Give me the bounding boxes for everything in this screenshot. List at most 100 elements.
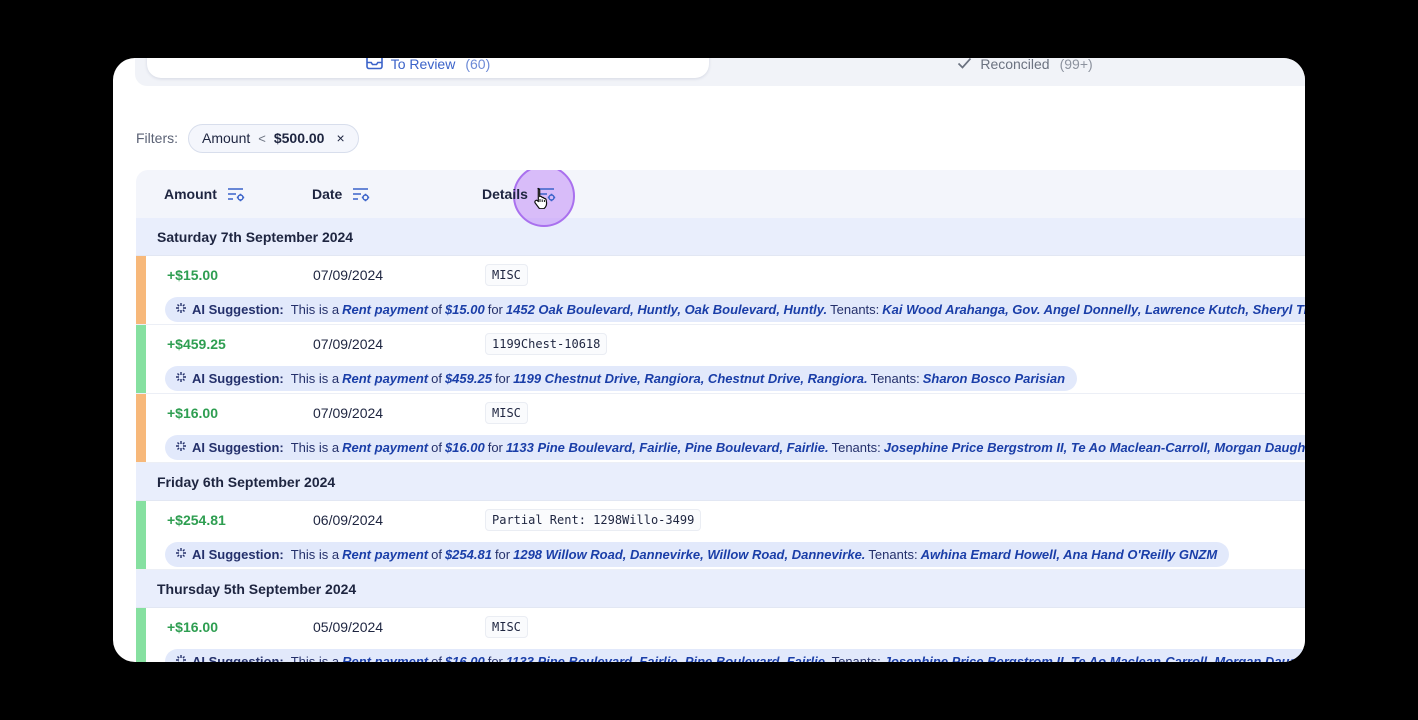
filters-bar: Filters: Amount < $500.00 × bbox=[136, 123, 359, 153]
ai-label: AI Suggestion: bbox=[192, 302, 284, 317]
ai-suggestion[interactable]: AI Suggestion: This is a Rent payment of… bbox=[165, 435, 1305, 460]
ai-property: 1133 Pine Boulevard, Fairlie, Pine Boule… bbox=[505, 440, 829, 455]
date-group: Thursday 5th September 2024 +$16.00 05/0… bbox=[136, 570, 1305, 662]
date-group-header: Thursday 5th September 2024 bbox=[136, 570, 1305, 608]
ai-property: 1133 Pine Boulevard, Fairlie, Pine Boule… bbox=[505, 654, 829, 662]
ai-tenants: Awhina Emard Howell, Ana Hand O'Reilly G… bbox=[920, 547, 1218, 562]
ai-label: AI Suggestion: bbox=[192, 654, 284, 662]
status-bar bbox=[136, 325, 146, 393]
tab-count: (60) bbox=[465, 58, 491, 72]
tab-reconciled[interactable]: Reconciled (99+) bbox=[925, 58, 1125, 78]
transactions-table: Amount Date Details Saturday 7th Septemb… bbox=[136, 170, 1305, 662]
ai-text: This is a bbox=[290, 547, 340, 562]
ai-text: of bbox=[431, 440, 442, 455]
inbox-icon bbox=[365, 58, 383, 73]
date-group-header: Saturday 7th September 2024 bbox=[136, 218, 1305, 256]
pointer-hand-icon bbox=[532, 187, 550, 209]
column-header-label: Date bbox=[312, 186, 343, 202]
transaction-reference: MISC bbox=[485, 616, 528, 638]
transaction-date: 07/09/2024 bbox=[313, 267, 384, 283]
ai-type: Rent payment bbox=[342, 654, 429, 662]
ai-text: for bbox=[487, 654, 503, 662]
tab-count: (99+) bbox=[1059, 58, 1093, 72]
column-header-date[interactable]: Date bbox=[312, 170, 371, 218]
table-row[interactable]: +$459.25 07/09/2024 1199Chest-10618 AI S… bbox=[136, 325, 1305, 394]
ai-amount: $254.81 bbox=[444, 547, 492, 562]
ai-text: Tenants: bbox=[831, 440, 881, 455]
column-header-label: Amount bbox=[164, 186, 217, 202]
ai-amount: $16.00 bbox=[444, 654, 485, 662]
transaction-reference: MISC bbox=[485, 402, 528, 424]
ai-tenants: Josephine Price Bergstrom II, Te Ao Macl… bbox=[883, 654, 1305, 662]
transaction-reference: 1199Chest-10618 bbox=[485, 333, 608, 355]
ai-text: of bbox=[431, 302, 442, 317]
filter-chip-amount[interactable]: Amount < $500.00 × bbox=[188, 123, 359, 153]
ai-text: for bbox=[494, 371, 511, 386]
ai-text: of bbox=[431, 654, 442, 662]
ai-text: Tenants: bbox=[831, 654, 881, 662]
status-bar bbox=[136, 256, 146, 324]
table-row[interactable]: +$16.00 07/09/2024 MISC AI Suggestion: T… bbox=[136, 394, 1305, 463]
ai-text: for bbox=[494, 547, 511, 562]
ai-type: Rent payment bbox=[342, 547, 429, 562]
tab-label: To Review bbox=[390, 58, 456, 72]
ai-amount: $16.00 bbox=[444, 440, 485, 455]
ai-text: for bbox=[487, 440, 503, 455]
column-header-amount[interactable]: Amount bbox=[164, 170, 246, 218]
ai-text: Tenants: bbox=[870, 371, 920, 386]
ai-type: Rent payment bbox=[342, 371, 429, 386]
column-header-label: Details bbox=[482, 186, 528, 202]
filter-field: Amount bbox=[202, 130, 251, 146]
ai-suggestion[interactable]: AI Suggestion: This is a Rent payment of… bbox=[165, 297, 1305, 322]
table-row[interactable]: +$15.00 07/09/2024 MISC AI Suggestion: T… bbox=[136, 256, 1305, 325]
ai-suggestion[interactable]: AI Suggestion: This is a Rent payment of… bbox=[165, 366, 1078, 391]
status-bar bbox=[136, 608, 146, 662]
sparkle-icon bbox=[175, 654, 189, 662]
transactions-panel: To Review (60) Reconciled (99+) Filters:… bbox=[113, 58, 1305, 662]
transaction-amount: +$15.00 bbox=[167, 267, 218, 283]
ai-suggestion[interactable]: AI Suggestion: This is a Rent payment of… bbox=[165, 649, 1305, 662]
date-group-header: Friday 6th September 2024 bbox=[136, 463, 1305, 501]
ai-tenants: Kai Wood Arahanga, Gov. Angel Donnelly, … bbox=[882, 302, 1305, 317]
ai-type: Rent payment bbox=[342, 440, 429, 455]
transaction-amount: +$16.00 bbox=[167, 619, 218, 635]
date-group: Friday 6th September 2024 +$254.81 06/09… bbox=[136, 463, 1305, 570]
ai-property: 1452 Oak Boulevard, Huntly, Oak Boulevar… bbox=[505, 302, 828, 317]
ai-label: AI Suggestion: bbox=[192, 371, 284, 386]
ai-amount: $459.25 bbox=[444, 371, 492, 386]
table-row[interactable]: +$16.00 05/09/2024 MISC AI Suggestion: T… bbox=[136, 608, 1305, 662]
ai-label: AI Suggestion: bbox=[192, 440, 284, 455]
ai-property: 1298 Willow Road, Dannevirke, Willow Roa… bbox=[513, 547, 866, 562]
ai-label: AI Suggestion: bbox=[192, 547, 284, 562]
transaction-amount: +$254.81 bbox=[167, 512, 226, 528]
ai-text: of bbox=[431, 371, 442, 386]
transaction-reference: Partial Rent: 1298Willo-3499 bbox=[485, 509, 702, 531]
filter-settings-icon[interactable] bbox=[534, 187, 557, 209]
filter-settings-icon[interactable] bbox=[227, 187, 246, 202]
ai-type: Rent payment bbox=[342, 302, 429, 317]
column-header-details[interactable]: Details bbox=[482, 170, 557, 218]
tab-label: Reconciled bbox=[980, 58, 1050, 72]
transaction-date: 07/09/2024 bbox=[313, 405, 384, 421]
status-bar bbox=[136, 501, 146, 569]
transaction-amount: +$16.00 bbox=[167, 405, 218, 421]
ai-text: for bbox=[487, 302, 503, 317]
close-icon[interactable]: × bbox=[336, 130, 344, 146]
ai-tenants: Josephine Price Bergstrom II, Te Ao Macl… bbox=[883, 440, 1305, 455]
date-group: Saturday 7th September 2024 +$15.00 07/0… bbox=[136, 218, 1305, 463]
sparkle-icon bbox=[175, 371, 189, 386]
ai-amount: $15.00 bbox=[444, 302, 485, 317]
ai-text: This is a bbox=[290, 302, 340, 317]
status-bar bbox=[136, 394, 146, 462]
filters-label: Filters: bbox=[136, 130, 178, 146]
transaction-date: 07/09/2024 bbox=[313, 336, 384, 352]
ai-property: 1199 Chestnut Drive, Rangiora, Chestnut … bbox=[513, 371, 868, 386]
tab-to-review[interactable]: To Review (60) bbox=[147, 58, 709, 78]
ai-text: This is a bbox=[290, 440, 340, 455]
table-row[interactable]: +$254.81 06/09/2024 Partial Rent: 1298Wi… bbox=[136, 501, 1305, 570]
transaction-reference: MISC bbox=[485, 264, 528, 286]
transaction-amount: +$459.25 bbox=[167, 336, 226, 352]
ai-suggestion[interactable]: AI Suggestion: This is a Rent payment of… bbox=[165, 542, 1230, 567]
filter-settings-icon[interactable] bbox=[352, 187, 371, 202]
ai-text: This is a bbox=[290, 654, 340, 662]
